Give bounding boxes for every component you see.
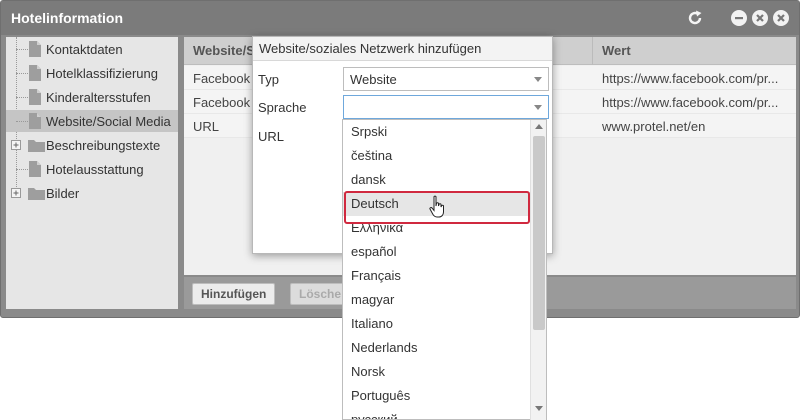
- dropdown-scrollbar[interactable]: [530, 120, 546, 420]
- url-label: URL: [258, 129, 285, 144]
- file-icon: [29, 41, 41, 57]
- tree-item-website-social-media[interactable]: Website/Social Media: [6, 110, 178, 132]
- tree-item-label: Hotelausstattung: [46, 162, 144, 177]
- language-option[interactable]: Português: [343, 384, 530, 408]
- language-dropdown-list: Srpski čeština dansk Deutsch Ελληνικά es…: [342, 119, 547, 420]
- scrollbar-thumb[interactable]: [533, 136, 545, 330]
- tree-item-hotelklassifizierung[interactable]: Hotelklassifizierung: [6, 62, 178, 84]
- file-icon: [29, 161, 41, 177]
- sprache-combobox[interactable]: [343, 95, 549, 119]
- scroll-down-icon[interactable]: [535, 406, 543, 411]
- tree-item-label: Bilder: [46, 186, 80, 201]
- close-icon[interactable]: [773, 10, 789, 26]
- scroll-up-icon[interactable]: [535, 124, 543, 129]
- language-option[interactable]: Srpski: [343, 120, 530, 144]
- cell-value: www.protel.net/en: [602, 119, 706, 134]
- tree-item-beschreibungstexte[interactable]: Beschreibungstexte: [6, 134, 178, 156]
- typ-label: Typ: [258, 72, 279, 87]
- language-option[interactable]: Norsk: [343, 360, 530, 384]
- expand-plus-icon[interactable]: [11, 140, 21, 150]
- language-option[interactable]: Italiano: [343, 312, 530, 336]
- language-option[interactable]: magyar: [343, 288, 530, 312]
- language-option[interactable]: español: [343, 240, 530, 264]
- tree-item-bilder[interactable]: Bilder: [6, 182, 178, 204]
- expand-plus-icon[interactable]: [11, 188, 21, 198]
- typ-value: Website: [350, 72, 397, 87]
- dialog-header[interactable]: Website/soziales Netzwerk hinzufügen: [253, 37, 552, 61]
- chevron-down-icon[interactable]: [534, 77, 542, 82]
- tree-item-label: Website/Social Media: [46, 114, 171, 129]
- language-option[interactable]: русский: [343, 408, 530, 419]
- dialog-title: Website/soziales Netzwerk hinzufügen: [259, 41, 482, 56]
- typ-combobox[interactable]: Website: [343, 67, 549, 91]
- language-option[interactable]: Nederlands: [343, 336, 530, 360]
- tree-item-label: Hotelklassifizierung: [46, 66, 158, 81]
- language-option[interactable]: Français: [343, 264, 530, 288]
- tree-item-label: Kontaktdaten: [46, 42, 123, 57]
- tree-item-hotelausstattung[interactable]: Hotelausstattung: [6, 158, 178, 180]
- column-header-value[interactable]: Wert: [602, 43, 631, 58]
- tree-item-label: Kinderaltersstufen: [46, 90, 151, 105]
- cell-value: https://www.facebook.com/pr...: [602, 95, 779, 110]
- column-header-type[interactable]: Website/S: [193, 43, 255, 58]
- file-icon: [29, 113, 41, 129]
- language-option[interactable]: čeština: [343, 144, 530, 168]
- hand-cursor-icon: [429, 195, 444, 218]
- delete-button[interactable]: Lösche: [290, 283, 351, 305]
- minimize-icon[interactable]: [731, 10, 747, 26]
- language-option[interactable]: dansk: [343, 168, 530, 192]
- navigation-tree: Kontaktdaten Hotelklassifizierung Kinder…: [6, 37, 178, 309]
- refresh-icon[interactable]: [685, 8, 705, 28]
- folder-icon: [28, 140, 45, 152]
- file-icon: [29, 65, 41, 81]
- maximize-icon[interactable]: [752, 10, 768, 26]
- window-title: Hotelinformation: [11, 10, 123, 26]
- chevron-down-icon[interactable]: [534, 105, 542, 110]
- column-separator: [592, 37, 593, 65]
- folder-icon: [28, 188, 45, 200]
- file-icon: [29, 89, 41, 105]
- add-button[interactable]: Hinzufügen: [192, 283, 276, 305]
- tree-item-kinderaltersstufen[interactable]: Kinderaltersstufen: [6, 86, 178, 108]
- tree-item-label: Beschreibungstexte: [46, 138, 161, 153]
- cell-value: https://www.facebook.com/pr...: [602, 71, 779, 86]
- window-titlebar[interactable]: Hotelinformation: [1, 1, 799, 35]
- sprache-label: Sprache: [258, 100, 307, 115]
- tree-item-kontaktdaten[interactable]: Kontaktdaten: [6, 38, 178, 60]
